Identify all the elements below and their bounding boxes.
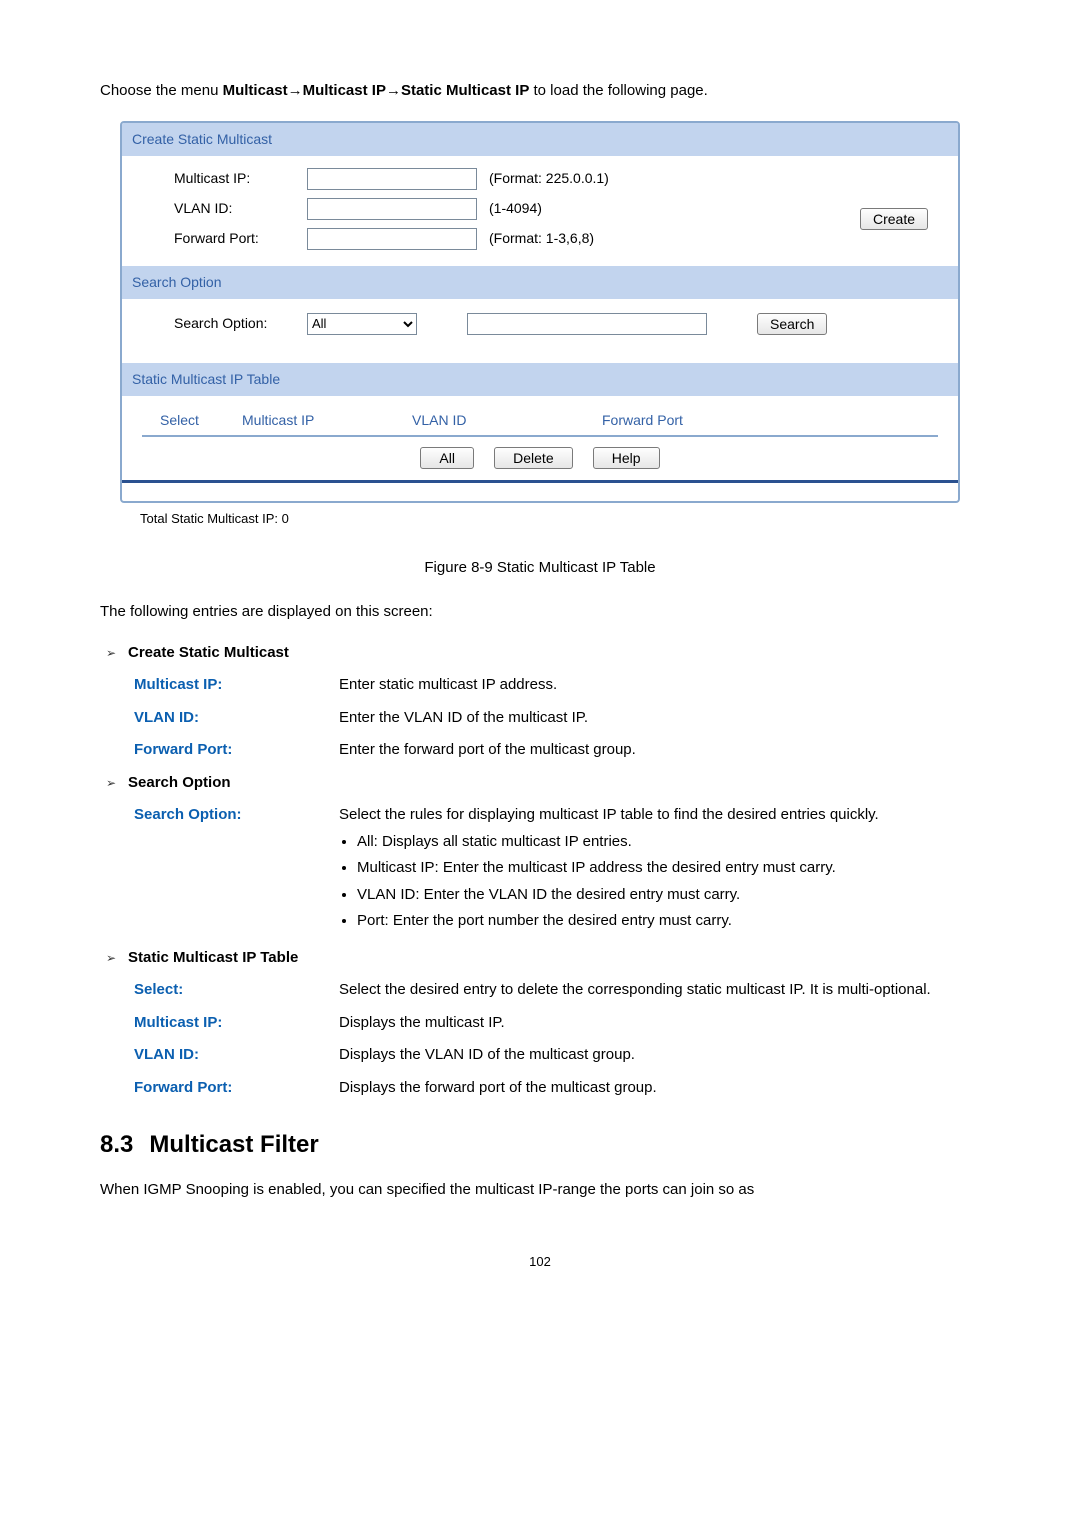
search-option-select[interactable]: All	[307, 313, 417, 335]
section-body: When IGMP Snooping is enabled, you can s…	[100, 1179, 980, 1202]
col-multicast-ip: Multicast IP	[242, 410, 412, 431]
search-bullet-port: Port: Enter the port number the desired …	[357, 910, 980, 933]
term-table-mip: Multicast IP:	[134, 1012, 339, 1035]
term-table-vlan: VLAN ID:	[134, 1044, 339, 1067]
desc-multicast-ip: Enter static multicast IP address.	[339, 674, 980, 697]
term-table-port: Forward Port:	[134, 1077, 339, 1100]
search-text-input[interactable]	[467, 313, 707, 335]
panel-divider	[122, 480, 958, 483]
figure-caption: Figure 8-9 Static Multicast IP Table	[100, 557, 980, 580]
create-section-header: Create Static Multicast	[122, 123, 958, 156]
term-vlan-id: VLAN ID:	[134, 707, 339, 730]
multicast-ip-label: Multicast IP:	[142, 168, 307, 189]
multicast-ip-hint: (Format: 225.0.0.1)	[477, 168, 609, 189]
search-button[interactable]: Search	[757, 313, 827, 335]
vlan-id-label: VLAN ID:	[142, 198, 307, 219]
menu-path-instruction: Choose the menu Multicast→Multicast IP→S…	[100, 80, 980, 103]
group-table-title: Static Multicast IP Table	[128, 947, 298, 970]
forward-port-input[interactable]	[307, 228, 477, 250]
group-create-title: Create Static Multicast	[128, 642, 289, 665]
table-column-header: Select Multicast IP VLAN ID Forward Port	[142, 404, 938, 437]
desc-table-vlan: Displays the VLAN ID of the multicast gr…	[339, 1044, 980, 1067]
chevron-icon: ➢	[100, 644, 128, 662]
all-button[interactable]: All	[420, 447, 474, 469]
section-heading: 8.3Multicast Filter	[100, 1127, 980, 1163]
create-button[interactable]: Create	[860, 208, 928, 230]
table-section-header: Static Multicast IP Table	[122, 363, 958, 396]
group-search-title: Search Option	[128, 772, 231, 795]
desc-table-port: Displays the forward port of the multica…	[339, 1077, 980, 1100]
desc-vlan-id: Enter the VLAN ID of the multicast IP.	[339, 707, 980, 730]
desc-search-option: Select the rules for displaying multicas…	[339, 804, 980, 937]
help-button[interactable]: Help	[593, 447, 660, 469]
forward-port-hint: (Format: 1-3,6,8)	[477, 228, 594, 249]
search-section-header: Search Option	[122, 266, 958, 299]
entries-intro: The following entries are displayed on t…	[100, 601, 980, 624]
chevron-icon: ➢	[100, 774, 128, 792]
term-search-option: Search Option:	[134, 804, 339, 827]
col-vlan-id: VLAN ID	[412, 410, 602, 431]
search-bullet-mip: Multicast IP: Enter the multicast IP add…	[357, 857, 980, 880]
desc-table-mip: Displays the multicast IP.	[339, 1012, 980, 1035]
delete-button[interactable]: Delete	[494, 447, 572, 469]
total-count: Total Static Multicast IP: 0	[140, 509, 980, 529]
term-select: Select:	[134, 979, 339, 1002]
desc-forward-port: Enter the forward port of the multicast …	[339, 739, 980, 762]
term-multicast-ip: Multicast IP:	[134, 674, 339, 697]
create-form-area: Multicast IP: (Format: 225.0.0.1) VLAN I…	[142, 164, 938, 254]
multicast-ip-input[interactable]	[307, 168, 477, 190]
page-number: 102	[100, 1252, 980, 1272]
search-bullet-vlan: VLAN ID: Enter the VLAN ID the desired e…	[357, 884, 980, 907]
forward-port-label: Forward Port:	[142, 228, 307, 249]
chevron-icon: ➢	[100, 949, 128, 967]
col-select: Select	[142, 410, 242, 431]
table-actions: All Delete Help	[142, 437, 938, 477]
vlan-id-input[interactable]	[307, 198, 477, 220]
search-bullet-all: All: Displays all static multicast IP en…	[357, 831, 980, 854]
term-forward-port: Forward Port:	[134, 739, 339, 762]
vlan-id-hint: (1-4094)	[477, 198, 542, 219]
search-option-label: Search Option:	[142, 313, 307, 334]
desc-select: Select the desired entry to delete the c…	[339, 979, 980, 1002]
config-panel: Create Static Multicast Multicast IP: (F…	[120, 121, 960, 504]
col-forward-port: Forward Port	[602, 410, 938, 431]
